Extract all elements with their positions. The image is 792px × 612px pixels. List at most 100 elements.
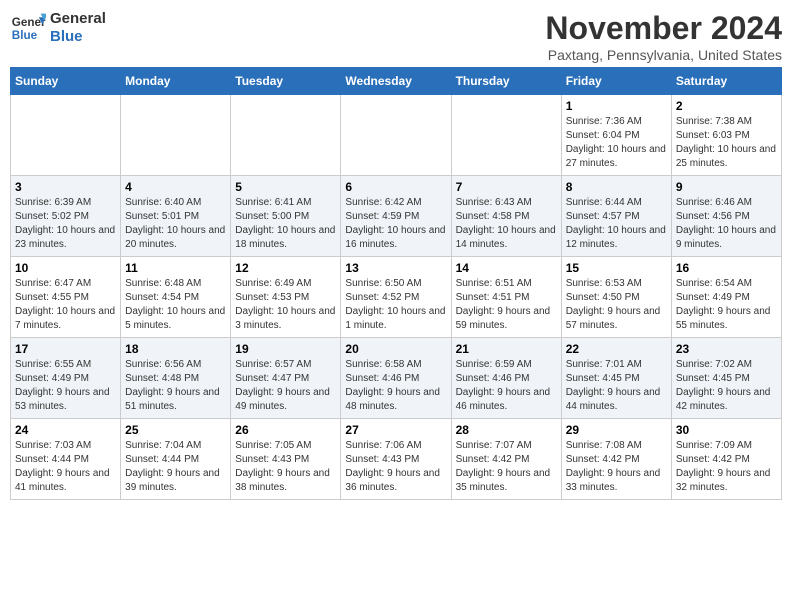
- day-info: Sunrise: 7:02 AMSunset: 4:45 PMDaylight:…: [676, 358, 777, 414]
- calendar-cell: 28 Sunrise: 7:07 AMSunset: 4:42 PMDayligh…: [451, 419, 561, 500]
- day-number: 1: [566, 99, 667, 113]
- calendar-header-tuesday: Tuesday: [231, 68, 341, 95]
- calendar-week-2: 3 Sunrise: 6:39 AMSunset: 5:02 PMDaylight…: [11, 176, 782, 257]
- day-info: Sunrise: 6:41 AMSunset: 5:00 PMDaylight:…: [235, 196, 336, 252]
- day-number: 4: [125, 180, 226, 194]
- day-number: 20: [345, 342, 446, 356]
- day-number: 21: [456, 342, 557, 356]
- day-number: 13: [345, 261, 446, 275]
- calendar-week-5: 24 Sunrise: 7:03 AMSunset: 4:44 PMDayligh…: [11, 419, 782, 500]
- day-info: Sunrise: 7:06 AMSunset: 4:43 PMDaylight:…: [345, 439, 446, 495]
- day-number: 28: [456, 423, 557, 437]
- logo-text: General Blue: [50, 10, 106, 46]
- logo-blue: Blue: [50, 28, 106, 46]
- day-info: Sunrise: 6:44 AMSunset: 4:57 PMDaylight:…: [566, 196, 667, 252]
- day-info: Sunrise: 7:03 AMSunset: 4:44 PMDaylight:…: [15, 439, 116, 495]
- day-number: 16: [676, 261, 777, 275]
- logo-icon: General Blue: [10, 10, 46, 46]
- calendar-header-row: SundayMondayTuesdayWednesdayThursdayFrid…: [11, 68, 782, 95]
- calendar-cell: 17Sunrise: 6:55 AMSunset: 4:49 PMDayligh…: [11, 338, 121, 419]
- calendar-cell: 18Sunrise: 6:56 AMSunset: 4:48 PMDayligh…: [121, 338, 231, 419]
- day-info: Sunrise: 6:50 AMSunset: 4:52 PMDaylight:…: [345, 277, 446, 333]
- day-info: Sunrise: 7:05 AMSunset: 4:43 PMDaylight:…: [235, 439, 336, 495]
- day-number: 25: [125, 423, 226, 437]
- day-number: 23: [676, 342, 777, 356]
- day-number: 26: [235, 423, 336, 437]
- day-number: 2: [676, 99, 777, 113]
- day-info: Sunrise: 6:55 AMSunset: 4:49 PMDaylight:…: [15, 358, 116, 414]
- calendar-cell: 8 Sunrise: 6:44 AMSunset: 4:57 PMDaylight…: [561, 176, 671, 257]
- day-info: Sunrise: 6:42 AMSunset: 4:59 PMDaylight:…: [345, 196, 446, 252]
- day-info: Sunrise: 7:36 AMSunset: 6:04 PMDaylight:…: [566, 115, 667, 171]
- calendar-cell: 25 Sunrise: 7:04 AMSunset: 4:44 PMDayligh…: [121, 419, 231, 500]
- calendar-cell: [231, 95, 341, 176]
- day-info: Sunrise: 7:08 AMSunset: 4:42 PMDaylight:…: [566, 439, 667, 495]
- calendar-week-3: 10 Sunrise: 6:47 AMSunset: 4:55 PMDayligh…: [11, 257, 782, 338]
- day-number: 27: [345, 423, 446, 437]
- day-info: Sunrise: 6:54 AMSunset: 4:49 PMDaylight:…: [676, 277, 777, 333]
- month-title: November 2024: [545, 10, 782, 47]
- day-number: 7: [456, 180, 557, 194]
- calendar-week-1: 1 Sunrise: 7:36 AMSunset: 6:04 PMDaylight…: [11, 95, 782, 176]
- day-number: 15: [566, 261, 667, 275]
- day-info: Sunrise: 6:53 AMSunset: 4:50 PMDaylight:…: [566, 277, 667, 333]
- day-info: Sunrise: 6:43 AMSunset: 4:58 PMDaylight:…: [456, 196, 557, 252]
- day-info: Sunrise: 7:07 AMSunset: 4:42 PMDaylight:…: [456, 439, 557, 495]
- calendar-week-4: 17Sunrise: 6:55 AMSunset: 4:49 PMDayligh…: [11, 338, 782, 419]
- day-info: Sunrise: 6:51 AMSunset: 4:51 PMDaylight:…: [456, 277, 557, 333]
- day-number: 12: [235, 261, 336, 275]
- day-number: 11: [125, 261, 226, 275]
- calendar-cell: [451, 95, 561, 176]
- day-number: 5: [235, 180, 336, 194]
- calendar-cell: 14 Sunrise: 6:51 AMSunset: 4:51 PMDayligh…: [451, 257, 561, 338]
- day-info: Sunrise: 6:59 AMSunset: 4:46 PMDaylight:…: [456, 358, 557, 414]
- day-number: 6: [345, 180, 446, 194]
- location: Paxtang, Pennsylvania, United States: [545, 47, 782, 63]
- calendar-cell: 12 Sunrise: 6:49 AMSunset: 4:53 PMDayligh…: [231, 257, 341, 338]
- calendar-header-thursday: Thursday: [451, 68, 561, 95]
- calendar-cell: 16 Sunrise: 6:54 AMSunset: 4:49 PMDayligh…: [671, 257, 781, 338]
- day-info: Sunrise: 7:38 AMSunset: 6:03 PMDaylight:…: [676, 115, 777, 171]
- calendar-cell: 26 Sunrise: 7:05 AMSunset: 4:43 PMDayligh…: [231, 419, 341, 500]
- day-info: Sunrise: 6:40 AMSunset: 5:01 PMDaylight:…: [125, 196, 226, 252]
- day-info: Sunrise: 6:48 AMSunset: 4:54 PMDaylight:…: [125, 277, 226, 333]
- header: General Blue General Blue November 2024 …: [10, 10, 782, 63]
- day-number: 8: [566, 180, 667, 194]
- calendar: SundayMondayTuesdayWednesdayThursdayFrid…: [10, 67, 782, 500]
- calendar-header-friday: Friday: [561, 68, 671, 95]
- calendar-cell: 5 Sunrise: 6:41 AMSunset: 5:00 PMDaylight…: [231, 176, 341, 257]
- calendar-cell: 19 Sunrise: 6:57 AMSunset: 4:47 PMDayligh…: [231, 338, 341, 419]
- calendar-header-sunday: Sunday: [11, 68, 121, 95]
- calendar-cell: 2 Sunrise: 7:38 AMSunset: 6:03 PMDaylight…: [671, 95, 781, 176]
- calendar-cell: 29Sunrise: 7:08 AMSunset: 4:42 PMDayligh…: [561, 419, 671, 500]
- calendar-cell: 4 Sunrise: 6:40 AMSunset: 5:01 PMDaylight…: [121, 176, 231, 257]
- calendar-cell: 11 Sunrise: 6:48 AMSunset: 4:54 PMDayligh…: [121, 257, 231, 338]
- day-number: 14: [456, 261, 557, 275]
- day-info: Sunrise: 7:01 AMSunset: 4:45 PMDaylight:…: [566, 358, 667, 414]
- calendar-cell: 30Sunrise: 7:09 AMSunset: 4:42 PMDayligh…: [671, 419, 781, 500]
- day-number: 10: [15, 261, 116, 275]
- day-info: Sunrise: 6:46 AMSunset: 4:56 PMDaylight:…: [676, 196, 777, 252]
- day-number: 3: [15, 180, 116, 194]
- calendar-cell: 3 Sunrise: 6:39 AMSunset: 5:02 PMDaylight…: [11, 176, 121, 257]
- day-info: Sunrise: 6:57 AMSunset: 4:47 PMDaylight:…: [235, 358, 336, 414]
- calendar-cell: 6 Sunrise: 6:42 AMSunset: 4:59 PMDaylight…: [341, 176, 451, 257]
- day-info: Sunrise: 6:58 AMSunset: 4:46 PMDaylight:…: [345, 358, 446, 414]
- day-info: Sunrise: 7:04 AMSunset: 4:44 PMDaylight:…: [125, 439, 226, 495]
- title-block: November 2024 Paxtang, Pennsylvania, Uni…: [545, 10, 782, 63]
- day-info: Sunrise: 6:47 AMSunset: 4:55 PMDaylight:…: [15, 277, 116, 333]
- logo: General Blue General Blue: [10, 10, 106, 46]
- day-number: 22: [566, 342, 667, 356]
- calendar-cell: 7 Sunrise: 6:43 AMSunset: 4:58 PMDaylight…: [451, 176, 561, 257]
- logo-general: General: [50, 10, 106, 28]
- day-info: Sunrise: 7:09 AMSunset: 4:42 PMDaylight:…: [676, 439, 777, 495]
- calendar-header-saturday: Saturday: [671, 68, 781, 95]
- day-info: Sunrise: 6:39 AMSunset: 5:02 PMDaylight:…: [15, 196, 116, 252]
- calendar-cell: [341, 95, 451, 176]
- day-number: 19: [235, 342, 336, 356]
- day-info: Sunrise: 6:56 AMSunset: 4:48 PMDaylight:…: [125, 358, 226, 414]
- day-number: 24: [15, 423, 116, 437]
- calendar-cell: 22 Sunrise: 7:01 AMSunset: 4:45 PMDayligh…: [561, 338, 671, 419]
- day-number: 9: [676, 180, 777, 194]
- day-info: Sunrise: 6:49 AMSunset: 4:53 PMDaylight:…: [235, 277, 336, 333]
